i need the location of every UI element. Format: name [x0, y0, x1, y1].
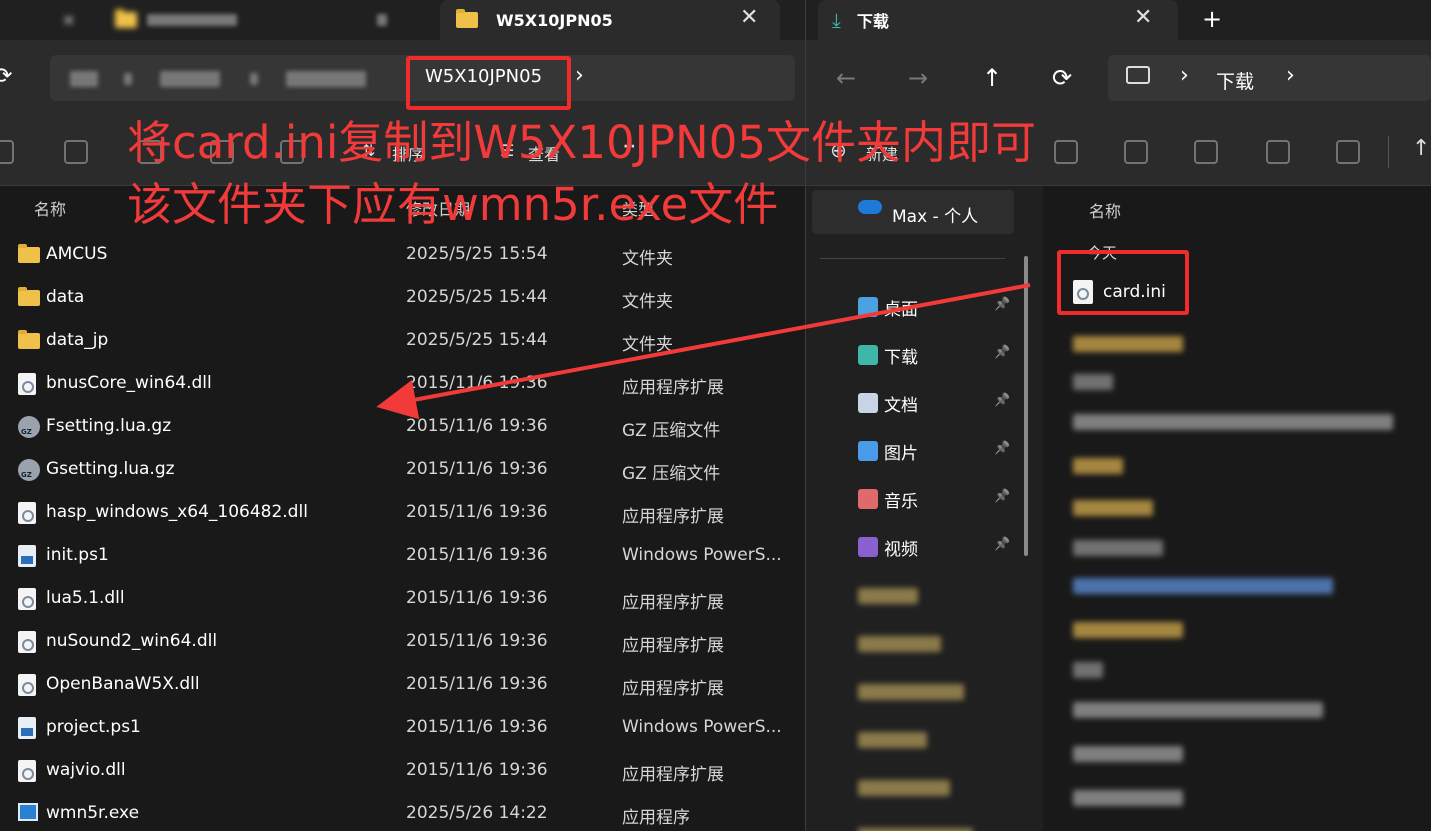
annotation-line-1: 将card.ini复制到W5X10JPN05文件夹内即可: [127, 116, 1036, 169]
arrow-card-to-folder: [376, 283, 1031, 420]
annotation-line-2: 该文件夹下应有wmn5r.exe文件: [127, 178, 779, 231]
